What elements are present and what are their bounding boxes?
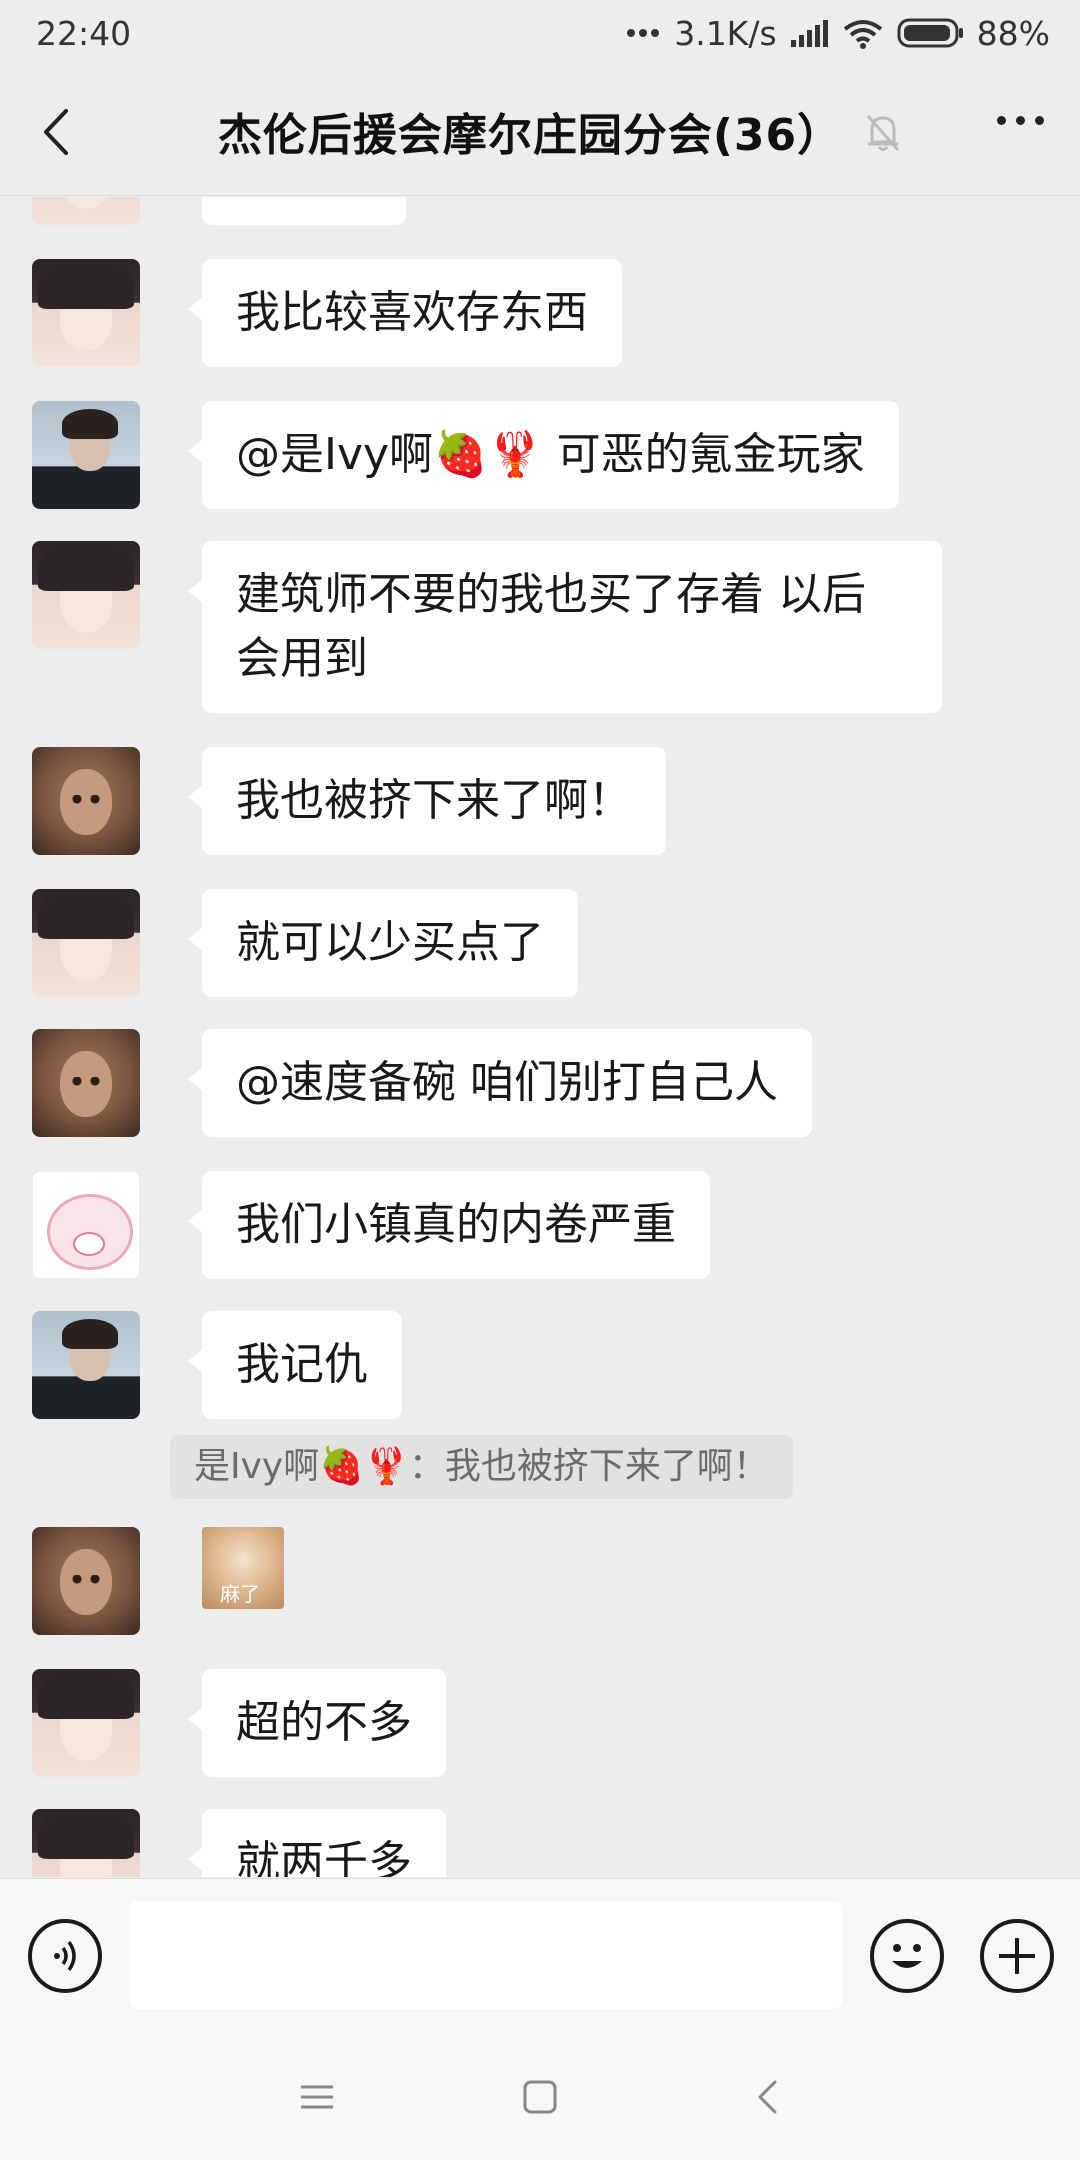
avatar[interactable]: [32, 401, 140, 509]
chat-title[interactable]: 杰伦后援会摩尔庄园分会(36）: [218, 99, 842, 163]
message-bubble[interactable]: [202, 197, 406, 225]
message-item: 麻了: [32, 1527, 284, 1635]
message-bubble[interactable]: 超的不多: [188, 1669, 446, 1777]
more-button[interactable]: [997, 116, 1044, 125]
message-bubble[interactable]: 我记仇: [188, 1311, 402, 1419]
message-list[interactable]: 我比较喜欢存东西 @是Ivy啊🍓🦞 可恶的氪金玩家 建筑师不要的我也买了存着 以…: [0, 197, 1080, 1877]
avatar[interactable]: [32, 1669, 140, 1777]
message-input[interactable]: [130, 1901, 842, 2009]
network-speed: 3.1K/s: [674, 13, 777, 53]
back-icon: [758, 2080, 777, 2114]
message-item: [32, 197, 406, 225]
title-wrap: 杰伦后援会摩尔庄园分会(36）: [0, 66, 1080, 196]
message-item: 我记仇: [32, 1311, 402, 1419]
message-bubble[interactable]: 我也被挤下来了啊！: [188, 747, 666, 855]
status-time: 22:40: [36, 13, 132, 53]
avatar[interactable]: [32, 1809, 140, 1877]
wifi-icon: [841, 17, 885, 49]
message-bubble[interactable]: 就可以少买点了: [188, 889, 578, 997]
voice-button[interactable]: [28, 1919, 102, 1993]
sticker-caption: 麻了: [220, 1582, 260, 1606]
message-bubble[interactable]: @是Ivy啊🍓🦞 可恶的氪金玩家: [188, 401, 899, 509]
more-dot: [1035, 116, 1044, 125]
message-item: 我比较喜欢存东西: [32, 259, 622, 367]
avatar[interactable]: [32, 747, 140, 855]
avatar[interactable]: [32, 1171, 140, 1279]
message-item: 超的不多: [32, 1669, 446, 1777]
avatar[interactable]: [32, 1311, 140, 1419]
emoji-button[interactable]: [870, 1919, 944, 1993]
message-item: @速度备碗 咱们别打自己人: [32, 1029, 812, 1137]
home-icon: [523, 2080, 557, 2114]
sticker-image[interactable]: 麻了: [202, 1527, 284, 1609]
more-dot: [1016, 116, 1025, 125]
message-item: 我也被挤下来了啊！: [32, 747, 666, 855]
message-bubble[interactable]: 我们小镇真的内卷严重: [188, 1171, 710, 1279]
more-dots-icon: [626, 28, 662, 38]
battery-icon: [897, 17, 965, 49]
more-functions-button[interactable]: [980, 1919, 1054, 1993]
avatar[interactable]: [32, 259, 140, 367]
chat-header: 杰伦后援会摩尔庄园分会(36）: [0, 66, 1080, 196]
avatar[interactable]: [32, 541, 140, 649]
menu-button[interactable]: [292, 2072, 342, 2122]
avatar[interactable]: [32, 197, 140, 225]
input-bar: [0, 1878, 1080, 2030]
nav-back-button[interactable]: [742, 2072, 792, 2122]
quote-reply[interactable]: 是Ivy啊🍓🦞：我也被挤下来了啊！: [170, 1435, 793, 1499]
avatar[interactable]: [32, 1527, 140, 1635]
more-dot: [997, 116, 1006, 125]
message-item: 就可以少买点了: [32, 889, 578, 997]
message-bubble[interactable]: 建筑师不要的我也买了存着 以后会用到: [188, 541, 942, 713]
message-bubble[interactable]: 我比较喜欢存东西: [188, 259, 622, 367]
home-button[interactable]: [515, 2072, 565, 2122]
avatar[interactable]: [32, 1029, 140, 1137]
status-indicators: 3.1K/s 88%: [626, 14, 1050, 53]
bell-off-icon: [864, 112, 902, 154]
battery-level: 88%: [976, 13, 1050, 53]
emoji-icon: [892, 1944, 922, 1968]
message-item: 建筑师不要的我也买了存着 以后会用到: [32, 541, 942, 713]
message-item: @是Ivy啊🍓🦞 可恶的氪金玩家: [32, 401, 899, 509]
voice-icon: [54, 1940, 76, 1972]
message-item: 我们小镇真的内卷严重: [32, 1171, 710, 1279]
status-bar: 22:40 3.1K/s 88%: [0, 0, 1080, 66]
menu-icon: [301, 2085, 333, 2109]
avatar[interactable]: [32, 889, 140, 997]
message-item: 就两千多: [32, 1809, 446, 1877]
message-bubble[interactable]: @速度备碗 咱们别打自己人: [188, 1029, 812, 1137]
system-nav-bar: [0, 2030, 1080, 2160]
signal-icon: [789, 18, 829, 48]
plus-icon: [999, 1938, 1035, 1974]
message-bubble[interactable]: 就两千多: [188, 1809, 446, 1877]
